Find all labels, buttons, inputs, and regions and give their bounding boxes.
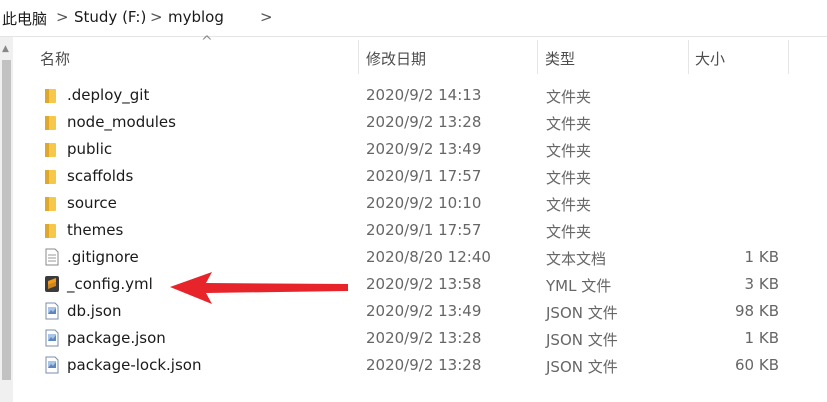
file-row[interactable]: source 2020/9/2 10:10 文件夹	[36, 190, 806, 217]
file-type: 文件夹	[546, 196, 592, 214]
file-name: source	[67, 194, 117, 212]
breadcrumb-this-pc[interactable]: 此电脑	[2, 8, 47, 29]
file-row[interactable]: package.json 2020/9/2 13:28 JSON 文件 1 KB	[36, 325, 806, 352]
file-type: 文本文档	[546, 250, 607, 268]
folder-icon	[44, 167, 60, 185]
column-divider[interactable]	[688, 40, 689, 74]
breadcrumb-myblog[interactable]: myblog	[168, 8, 224, 26]
file-type: 文件夹	[546, 142, 592, 160]
column-divider[interactable]	[788, 40, 789, 74]
file-row[interactable]: public 2020/9/2 13:49 文件夹	[36, 136, 806, 163]
folder-icon	[44, 194, 60, 212]
column-header-row: 名称 ^ 修改日期 类型 大小	[13, 34, 827, 74]
file-name: themes	[67, 221, 124, 239]
file-size: 1 KB	[744, 248, 779, 266]
file-row[interactable]: themes 2020/9/1 17:57 文件夹	[36, 217, 806, 244]
folder-icon	[44, 221, 60, 239]
column-divider[interactable]	[537, 40, 538, 74]
file-modified-date: 2020/8/20 12:40	[366, 248, 491, 266]
file-name: _config.yml	[67, 275, 153, 293]
file-name: scaffolds	[67, 167, 134, 185]
column-header-date[interactable]: 修改日期	[366, 48, 426, 69]
red-arrow-annotation	[170, 272, 348, 304]
column-header-name[interactable]: 名称	[40, 48, 70, 69]
column-header-size[interactable]: 大小	[695, 48, 725, 69]
file-modified-date: 2020/9/2 13:58	[366, 275, 482, 293]
json-file-icon	[44, 302, 60, 320]
file-name: public	[67, 140, 113, 158]
file-name: .deploy_git	[67, 86, 150, 104]
chevron-right-icon[interactable]: >	[150, 8, 163, 26]
file-type: 文件夹	[546, 88, 592, 106]
file-modified-date: 2020/9/2 14:13	[366, 86, 482, 104]
json-file-icon	[44, 329, 60, 347]
file-modified-date: 2020/9/2 13:28	[366, 113, 482, 131]
file-name: node_modules	[67, 113, 176, 131]
file-size: 60 KB	[735, 356, 779, 374]
breadcrumb-study-drive[interactable]: Study (F:)	[74, 8, 146, 26]
file-row[interactable]: .gitignore 2020/8/20 12:40 文本文档 1 KB	[36, 244, 806, 271]
file-modified-date: 2020/9/1 17:57	[366, 221, 482, 239]
file-row[interactable]: db.json 2020/9/2 13:49 JSON 文件 98 KB	[36, 298, 806, 325]
file-row[interactable]: .deploy_git 2020/9/2 14:13 文件夹	[36, 82, 806, 109]
file-row[interactable]: _config.yml 2020/9/2 13:58 YML 文件 3 KB	[36, 271, 806, 298]
folder-icon	[44, 140, 60, 158]
file-modified-date: 2020/9/2 13:28	[366, 356, 482, 374]
file-type: YML 文件	[546, 277, 612, 295]
file-name: .gitignore	[67, 248, 139, 266]
file-size: 1 KB	[744, 329, 779, 347]
file-row[interactable]: scaffolds 2020/9/1 17:57 文件夹	[36, 163, 806, 190]
file-type: 文件夹	[546, 115, 592, 133]
chevron-right-icon[interactable]: >	[56, 8, 69, 26]
chevron-right-icon[interactable]: >	[260, 8, 273, 26]
file-type: 文件夹	[546, 223, 592, 241]
file-modified-date: 2020/9/1 17:57	[366, 167, 482, 185]
file-name: package.json	[67, 329, 166, 347]
address-bar[interactable]: 此电脑 > Study (F:) > myblog >	[0, 0, 827, 37]
file-modified-date: 2020/9/2 13:49	[366, 302, 482, 320]
sort-ascending-icon: ^	[201, 34, 213, 50]
file-type: JSON 文件	[546, 358, 618, 376]
json-file-icon	[44, 356, 60, 374]
file-modified-date: 2020/9/2 10:10	[366, 194, 482, 212]
file-row[interactable]: package-lock.json 2020/9/2 13:28 JSON 文件 60…	[36, 352, 806, 379]
text-file-icon	[44, 248, 60, 266]
file-type: JSON 文件	[546, 331, 618, 349]
file-name: package-lock.json	[67, 356, 202, 374]
scrollbar-thumb[interactable]	[2, 60, 11, 380]
file-modified-date: 2020/9/2 13:49	[366, 140, 482, 158]
file-type: 文件夹	[546, 169, 592, 187]
folder-icon	[44, 113, 60, 131]
folder-icon	[44, 86, 60, 104]
file-row[interactable]: node_modules 2020/9/2 13:28 文件夹	[36, 109, 806, 136]
sublime-file-icon	[44, 275, 60, 293]
file-size: 98 KB	[735, 302, 779, 320]
file-name: db.json	[67, 302, 122, 320]
file-modified-date: 2020/9/2 13:28	[366, 329, 482, 347]
column-divider[interactable]	[358, 40, 359, 74]
file-type: JSON 文件	[546, 304, 618, 322]
column-header-type[interactable]: 类型	[545, 48, 575, 69]
file-size: 3 KB	[744, 275, 779, 293]
scroll-up-icon[interactable]: ▲	[2, 44, 9, 54]
